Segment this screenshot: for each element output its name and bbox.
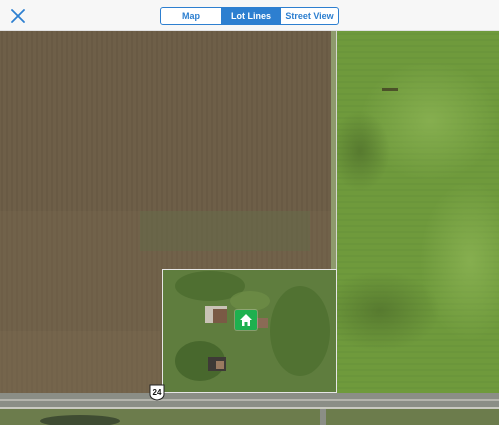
tab-street-view[interactable]: Street View <box>280 8 338 24</box>
home-icon <box>240 314 252 326</box>
route-shield: 24 <box>148 383 166 401</box>
route-number: 24 <box>153 388 162 397</box>
satellite-map[interactable]: 24 <box>0 31 499 425</box>
route-shield-icon: 24 <box>149 384 165 401</box>
tab-map[interactable]: Map <box>161 8 221 24</box>
property-marker[interactable] <box>235 310 257 330</box>
map-view-toggle: Map Lot Lines Street View <box>160 7 339 25</box>
close-button[interactable] <box>8 6 28 26</box>
tab-lot-lines[interactable]: Lot Lines <box>221 8 280 24</box>
top-toolbar: Map Lot Lines Street View <box>0 0 499 31</box>
satellite-imagery <box>0 31 499 425</box>
close-icon <box>11 9 25 23</box>
